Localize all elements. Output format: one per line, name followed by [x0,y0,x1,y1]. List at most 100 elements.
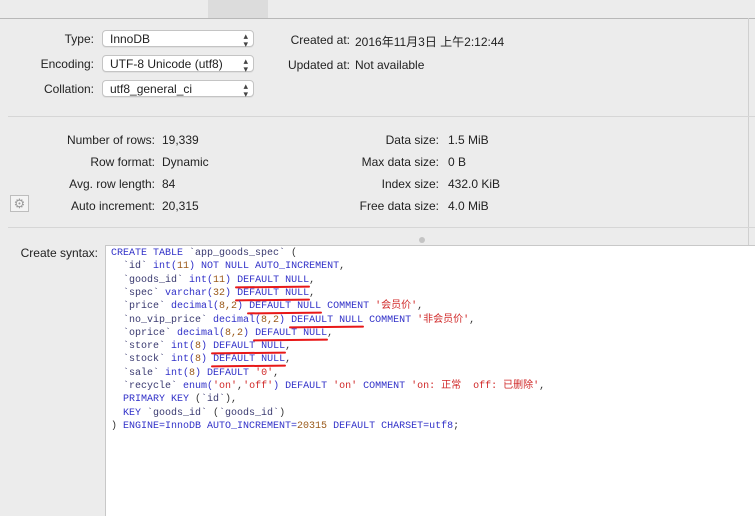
sql-token: `spec` [111,287,160,299]
sql-token-underlined: DEFAULT NULL [291,314,364,326]
encoding-label: Encoding: [40,57,94,71]
updated-value: Not available [355,58,425,72]
stat-label: Row format: [90,155,155,169]
sql-token: , [309,287,316,299]
panel-edge [748,18,755,248]
sql-token: 8,2 [219,301,238,313]
sql-token: `oprice` [111,327,172,339]
sql-token: COMMENT [357,381,412,392]
sql-token: 8,2 [225,327,244,339]
sql-line: `stock` int(8) DEFAULT NULL, [111,353,291,366]
sql-token: COMMENT [363,314,418,326]
sql-token: ) [243,327,256,339]
stat-value: 84 [162,177,176,191]
sql-token: CREATE TABLE [111,248,190,259]
sql-token: varchar( [159,287,214,299]
sql-line: `oprice` decimal(8,2) DEFAULT NULL, [111,327,333,340]
sql-token: ) [279,407,286,419]
sql-token: ) NOT NULL AUTO_INCREMENT [189,261,340,273]
split-handle[interactable] [419,237,425,243]
sql-token-underlined: DEFAULT NULL [255,327,328,339]
sql-line: `id` int(11) NOT NULL AUTO_INCREMENT, [111,260,345,273]
sql-token: ENGINE=InnoDB AUTO_INCREMENT= [123,420,298,432]
sql-token: DEFAULT CHARSET=utf8 [327,420,454,432]
divider [8,116,755,117]
sql-token: `sale` [111,367,160,379]
sql-token: '0' [255,367,274,379]
sql-token: , [285,354,292,366]
sql-token: `recycle` [111,381,178,392]
sql-token: KEY [111,407,148,419]
gear-button[interactable]: ⚙ [10,195,29,212]
sql-token: , [539,381,546,392]
sql-token: `app_goods_spec` [189,248,286,259]
sql-token: , [327,327,334,339]
create-syntax-text[interactable]: CREATE TABLE `app_goods_spec` ( `id` int… [105,245,755,516]
sql-token: int( [183,274,214,286]
sql-token: 8,2 [261,314,280,326]
sql-token-underlined: DEFAULT NULL [213,354,286,366]
sql-token-underlined: DEFAULT NULL [213,341,286,353]
sql-token: ) [201,354,214,366]
sql-token: 'off' [243,381,274,392]
stat-label: Max data size: [361,155,439,169]
stat-label: Number of rows: [66,133,155,147]
sql-token: ( [285,248,298,259]
sql-line: `spec` varchar(32) DEFAULT NULL, [111,287,315,300]
stat-value: 20,315 [162,199,199,213]
stat-value: Dynamic [162,155,209,169]
sql-line: `price` decimal(8,2) DEFAULT NULL COMMEN… [111,300,423,313]
sql-token: `store` [111,341,166,353]
sql-token: int( [147,261,178,273]
sql-token: , [469,314,476,326]
sql-token: ) [237,301,250,313]
sql-token: , [273,367,280,379]
sql-token: `goods_id` [219,407,280,419]
sql-token: ) [279,314,292,326]
sql-token: ( [207,407,220,419]
sql-token: ) DEFAULT [273,381,334,392]
divider [8,227,755,228]
updated-label: Updated at: [287,58,350,72]
stat-label: Index size: [381,177,439,191]
sql-token: `id` [201,394,226,406]
sql-token: `goods_id` [111,274,184,286]
sql-token-underlined: DEFAULT NULL [237,274,310,286]
type-value: InnoDB [110,32,151,46]
sql-token-underlined: DEFAULT NULL [249,301,322,313]
sql-token: 'on' [333,381,358,392]
sql-token: enum( [177,381,214,392]
sql-line: `no_vip_price` decimal(8,2) DEFAULT NULL… [111,314,475,327]
tab-selected[interactable] [208,0,268,18]
stat-value: 1.5 MiB [448,133,489,147]
sql-token: decimal( [171,327,226,339]
sql-token: `price` [111,301,166,313]
sql-token: `goods_id` [147,407,208,419]
collation-select[interactable]: utf8_general_ci ▴ ▾ [102,80,254,98]
sql-line: `recycle` enum('on','off') DEFAULT 'on' … [111,380,545,393]
sql-token: , [339,261,346,273]
sql-token: ; [453,420,460,432]
collation-value: utf8_general_ci [110,82,193,96]
sql-token: decimal( [207,314,262,326]
sql-token: '非会员价' [417,314,470,326]
tab-bar [0,0,755,19]
sql-token: , [309,274,316,286]
sql-token: 20315 [297,420,328,432]
sql-token: int( [165,354,196,366]
collation-label: Collation: [43,82,94,96]
sql-token: int( [159,367,190,379]
created-label: Created at: [290,33,350,47]
stat-label: Avg. row length: [69,177,155,191]
sql-token: 'on' [213,381,238,392]
sql-token: , [417,301,424,313]
sql-token: `no_vip_price` [111,314,208,326]
sql-line: CREATE TABLE `app_goods_spec` ( [111,247,297,260]
gear-icon: ⚙ [13,195,26,211]
sql-token: ) [225,287,238,299]
sql-line: `store` int(8) DEFAULT NULL, [111,340,291,353]
sql-token-underlined: DEFAULT NULL [237,287,310,299]
stat-value: 432.0 KiB [448,177,501,191]
stat-label: Data size: [385,133,439,147]
sql-token: `id` [111,261,148,273]
